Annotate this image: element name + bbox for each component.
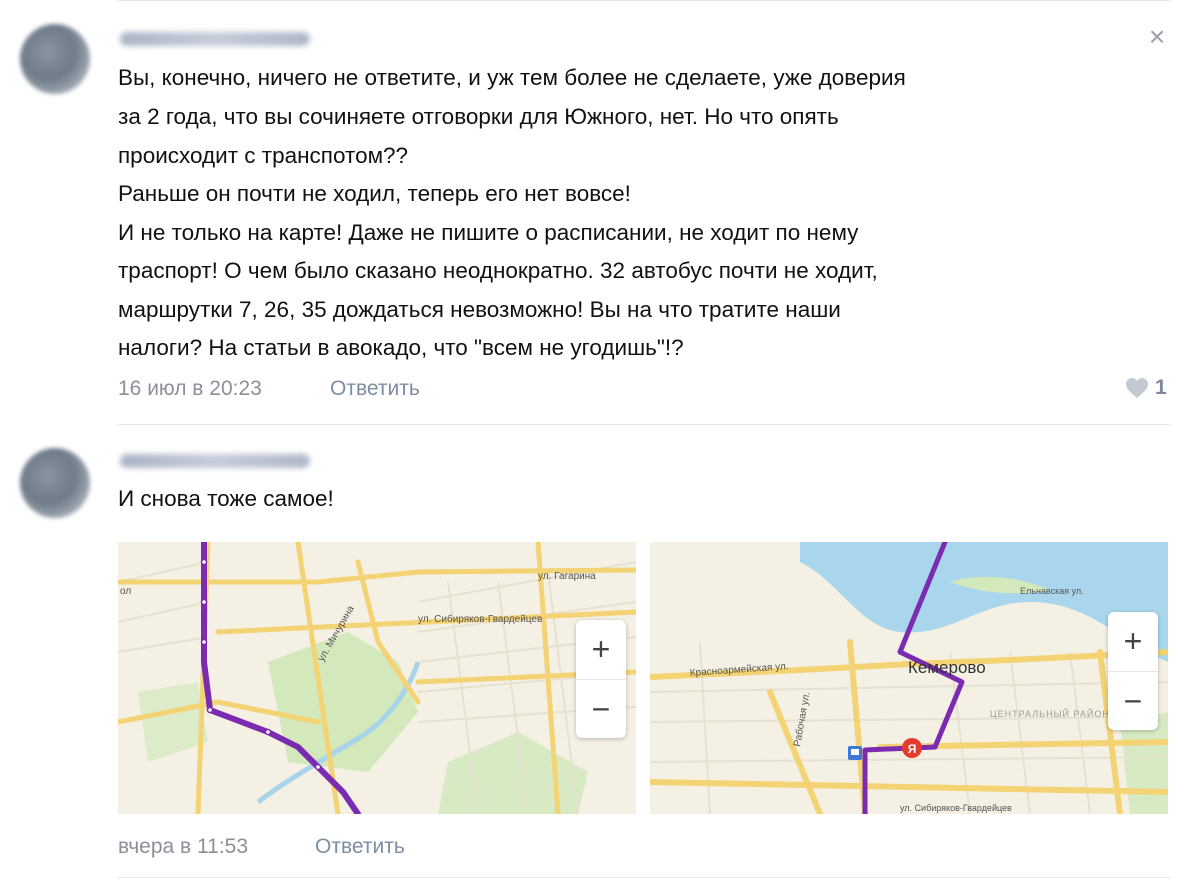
close-icon[interactable]: ×	[1144, 23, 1170, 51]
avatar[interactable]	[20, 448, 90, 518]
map-zoom-control: + −	[1108, 612, 1158, 730]
comment-line: Вы, конечно, ничего не ответите, и уж те…	[118, 65, 906, 90]
map-canvas: Я Кемерово Красноармейская ул. ЦЕНТРАЛЬН…	[650, 542, 1168, 814]
map-canvas: ул. Гагарина ул. Сибиряков-Гвардейцев ул…	[118, 542, 636, 814]
author-name[interactable]	[120, 454, 310, 468]
map-attachment[interactable]: ул. Гагарина ул. Сибиряков-Гвардейцев ул…	[118, 542, 636, 814]
district-label: ЦЕНТРАЛЬНЫЙ РАЙОН	[990, 708, 1110, 719]
like-button[interactable]: 1	[1125, 374, 1167, 402]
street-label: ул. Гагарина	[538, 571, 596, 582]
street-label: Ельнавская ул.	[1020, 586, 1084, 596]
top-divider	[118, 0, 1170, 1]
comment-line: за 2 года, что вы сочиняете отговорки дл…	[118, 104, 839, 129]
like-count: 1	[1155, 376, 1167, 399]
reply-button[interactable]: Ответить	[330, 376, 420, 402]
zoom-in-button[interactable]: +	[576, 620, 626, 679]
bottom-divider	[118, 877, 1170, 878]
comment-line: Раньше он почти не ходил, теперь его нет…	[118, 181, 631, 206]
svg-text:Я: Я	[908, 742, 917, 756]
zoom-out-button[interactable]: −	[576, 679, 626, 739]
yandex-marker-icon: Я	[902, 738, 922, 758]
street-label: ул. Сибиряков-Гвардейцев	[418, 613, 542, 625]
author-name[interactable]	[120, 32, 310, 46]
comment-timestamp[interactable]: 16 июл в 20:23	[118, 376, 262, 402]
map-attachment[interactable]: Я Кемерово Красноармейская ул. ЦЕНТРАЛЬН…	[650, 542, 1168, 814]
comment-line: И не только на карте! Даже не пишите о р…	[118, 220, 859, 245]
city-label: Кемерово	[908, 658, 986, 677]
comment-divider	[118, 424, 1170, 425]
comment-line: траспорт! О чем было сказано неоднократн…	[118, 258, 878, 283]
comment-line: налоги? На статьи в авокадо, что "всем н…	[118, 335, 684, 360]
zoom-out-button[interactable]: −	[1108, 671, 1158, 731]
zoom-in-button[interactable]: +	[1108, 612, 1158, 671]
comment-line: происходит с транспотом??	[118, 143, 409, 168]
heart-icon	[1126, 378, 1148, 398]
street-label: ул. Сибиряков-Гвардейцев	[900, 803, 1012, 813]
avatar[interactable]	[20, 24, 90, 94]
comment-timestamp[interactable]: вчера в 11:53	[118, 834, 248, 860]
comment-line: маршрутки 7, 26, 35 дождаться невозможно…	[118, 297, 841, 322]
comment-text: И снова тоже самое!	[118, 486, 334, 511]
reply-button[interactable]: Ответить	[315, 834, 405, 860]
map-zoom-control: + −	[576, 620, 626, 738]
bus-stop-icon	[848, 746, 862, 760]
street-label: ол	[120, 586, 131, 597]
